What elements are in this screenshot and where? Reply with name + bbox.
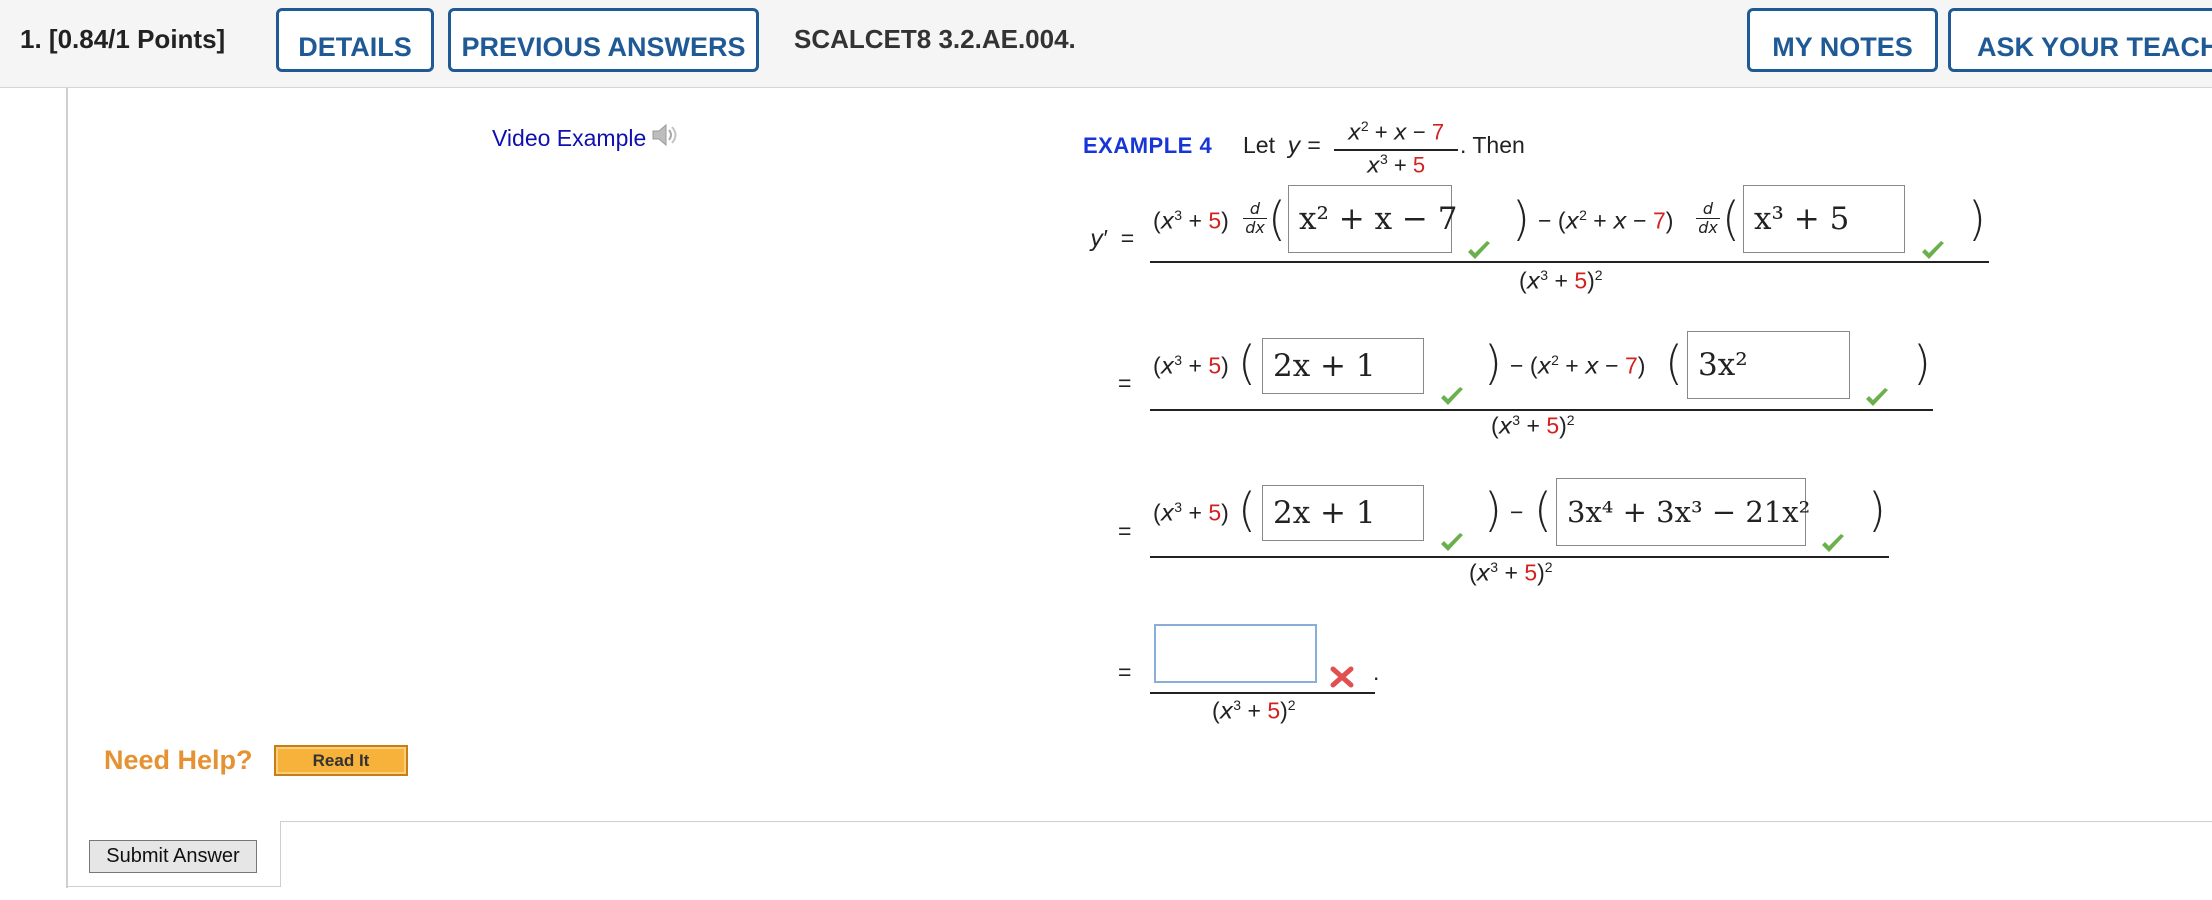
answer-box-6[interactable]: 3x⁴ + 3x³ − 21x² [1556,478,1810,546]
row1-term-b: − (x2 + x − 7) [1538,207,1674,235]
answer-box-3[interactable]: 2x + 1 [1262,338,1424,394]
row3-denominator: (x3 + 5)2 [1469,559,1553,587]
correct-check-icon [1922,241,1944,259]
row1-ddx-1: d dx [1243,201,1267,236]
correct-check-icon [1441,533,1463,551]
video-example-label: Video Example [492,124,647,151]
row1-fraction-bar [1150,261,1989,263]
row4-denominator: (x3 + 5)2 [1212,697,1296,725]
row4-equals: = [1118,659,1132,685]
my-notes-button[interactable]: MY NOTES [1747,8,1938,72]
ask-teacher-button[interactable]: ASK YOUR TEACHER [1948,8,2212,72]
row1-ddx-2: d dx [1696,201,1720,236]
points-label: [0.84/1 Points] [48,24,226,54]
correct-check-icon [1866,388,1888,406]
given-function-fraction: x2 + x − 7 x3 + 5 [1334,118,1458,179]
row3-minus: − [1510,499,1524,525]
row3-equals: = [1118,518,1132,544]
row2-term-b: − (x2 + x − 7) [1510,352,1646,380]
answer-box-2[interactable]: x³ + 5 [1743,185,1905,253]
example-let-text: Let y = [1243,132,1321,159]
row2-equals: = [1118,370,1132,396]
submit-area-border [280,821,2212,887]
question-header: 1. [0.84/1 Points] DETAILS PREVIOUS ANSW… [0,0,2212,88]
content-left-border [66,88,68,888]
question-title: 1. [0.84/1 Points] [20,24,225,55]
row2-fraction-bar [1150,409,1933,411]
row2-denominator: (x3 + 5)2 [1491,412,1575,440]
answer-box-1[interactable]: x² + x − 7 [1288,185,1457,253]
example-heading: EXAMPLE 4 [1083,133,1213,158]
row4-fraction-bar [1150,692,1375,694]
then-text: . Then [1460,132,1525,158]
correct-check-icon [1468,241,1490,259]
video-example-link[interactable]: Video Example [492,121,680,155]
speaker-icon[interactable] [650,121,680,155]
row3-fraction-bar [1150,556,1889,558]
row1-term-a: (x3 + 5) [1153,207,1229,235]
content-bottom-border [68,886,280,887]
submit-answer-button[interactable]: Submit Answer [89,840,257,873]
question-number: 1. [20,24,42,54]
details-button[interactable]: DETAILS [276,8,434,72]
row3-term-a: (x3 + 5) [1153,499,1229,527]
row2-term-a: (x3 + 5) [1153,352,1229,380]
need-help-label: Need Help? [104,745,253,775]
answer-box-7[interactable] [1154,624,1317,683]
row4-period: . [1373,659,1380,685]
incorrect-x-icon [1330,666,1354,688]
answer-box-5[interactable]: 2x + 1 [1262,485,1424,541]
previous-answers-button[interactable]: PREVIOUS ANSWERS [448,8,759,72]
y-prime-label: y′ = [1090,225,1135,252]
read-it-button[interactable]: Read It [274,745,408,776]
answer-box-4[interactable]: 3x² [1687,331,1850,399]
row1-denominator: (x3 + 5)2 [1519,267,1603,295]
question-id: SCALCET8 3.2.AE.004. [794,24,1076,54]
correct-check-icon [1441,387,1463,405]
correct-check-icon [1822,534,1844,552]
